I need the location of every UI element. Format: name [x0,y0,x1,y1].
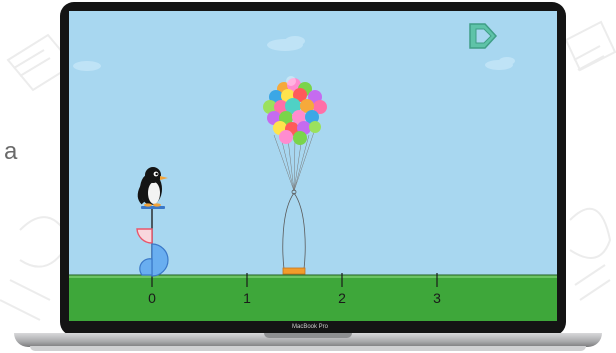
tick-label-1: 1 [243,290,251,306]
camera-notch [301,2,327,9]
laptop-base-shadow [30,346,586,351]
blue-counterweight-left [139,258,153,276]
game-scene [69,36,557,321]
tick-label-2: 2 [338,290,346,306]
clouds [73,36,515,71]
tick-label-3: 3 [433,290,441,306]
balloon-cluster[interactable] [263,76,327,145]
next-arrow-icon [469,23,498,49]
laptop-base-groove [264,333,352,338]
penguin-rig[interactable] [136,167,169,277]
blue-counterweight-right [151,243,169,277]
right-cable [293,192,306,270]
red-counterweight [136,228,153,244]
penguin [137,167,168,207]
basket[interactable] [282,267,306,275]
next-button[interactable] [467,20,499,52]
side-letter: a [4,138,18,165]
laptop-model-label: MacBook Pro [291,324,328,330]
left-cable [282,192,295,270]
game-screen: 0 1 2 3 [69,11,557,321]
perch [141,206,165,209]
tick-label-0: 0 [148,290,156,306]
